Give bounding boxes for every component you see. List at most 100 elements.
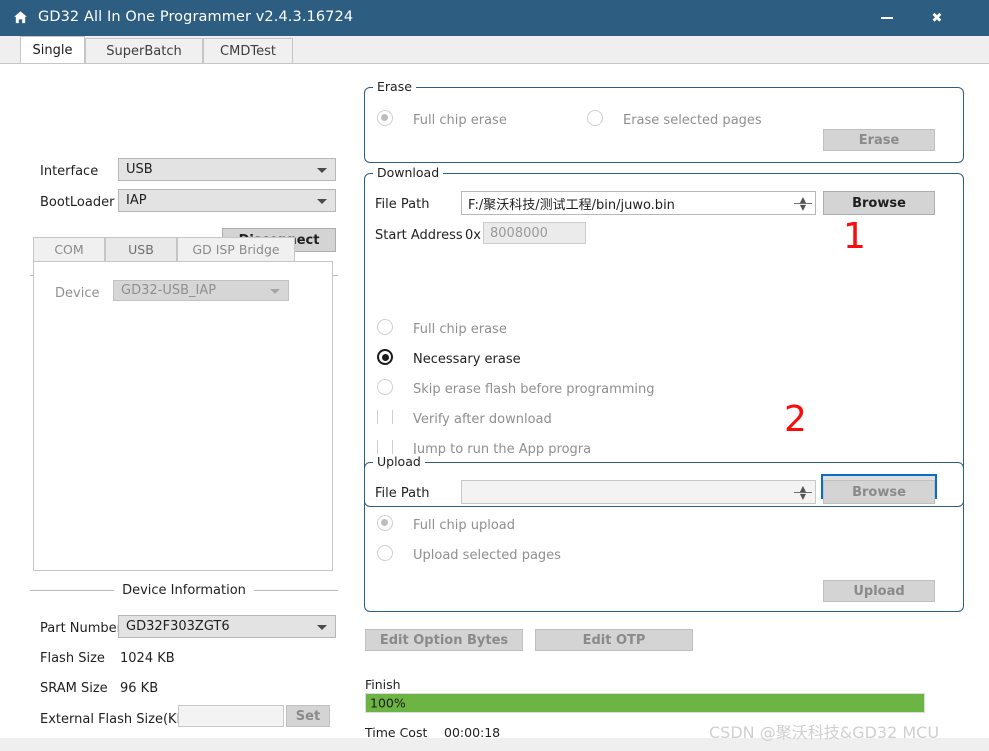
download-skip-erase-radio[interactable] — [377, 379, 393, 395]
start-address-prefix: 0x — [465, 228, 481, 243]
tab-cmdtest-label: CMDTest — [220, 44, 276, 59]
config-tab-com-label: COM — [54, 242, 84, 257]
download-group-title: Download — [373, 165, 444, 180]
start-address-label: Start Address — [375, 228, 463, 243]
interface-label: Interface — [40, 164, 99, 179]
download-file-path-value: F:/聚沃科技/测试工程/bin/juwo.bin — [468, 197, 675, 213]
upload-button[interactable]: Upload — [823, 580, 935, 602]
upload-group-title: Upload — [373, 454, 425, 469]
upload-full-chip-radio[interactable] — [377, 515, 393, 531]
start-address-input[interactable]: 8008000 — [483, 222, 586, 244]
annotation-step-one: 1 — [843, 216, 866, 257]
upload-button-label: Upload — [853, 583, 905, 599]
bootloader-value: IAP — [126, 193, 147, 208]
single-tab-content: Interface USB BootLoader IAP Disconnect … — [0, 63, 989, 742]
download-full-chip-erase-label: Full chip erase — [413, 322, 507, 337]
sram-size-label: SRAM Size — [40, 681, 108, 696]
config-tab-usb-label: USB — [128, 242, 154, 257]
upload-selected-pages-label: Upload selected pages — [413, 548, 561, 563]
start-address-value: 8008000 — [490, 225, 548, 241]
download-group: Download File Path F:/聚沃科技/测试工程/bin/juwo… — [364, 165, 964, 507]
download-file-path-input[interactable]: F:/聚沃科技/测试工程/bin/juwo.bin ▲ ▼ — [461, 191, 816, 215]
status-label: Finish — [365, 677, 401, 692]
tab-cmdtest[interactable]: CMDTest — [203, 38, 293, 64]
upload-browse-label: Browse — [852, 484, 906, 500]
annotation-step-two: 2 — [784, 399, 807, 440]
device-value: GD32-USB_IAP — [121, 283, 217, 298]
external-flash-size-input[interactable] — [178, 705, 284, 727]
separator-line-right — [253, 589, 338, 591]
upload-selected-pages-radio[interactable] — [377, 545, 393, 561]
edit-otp-label: Edit OTP — [582, 632, 646, 648]
config-tab-gd-isp-bridge[interactable]: GD ISP Bridge — [177, 237, 295, 261]
minimize-button[interactable] — [866, 0, 908, 36]
device-combobox[interactable]: GD32-USB_IAP — [113, 280, 289, 301]
close-button[interactable]: ✖ — [916, 0, 958, 36]
part-number-label: Part Number — [40, 621, 123, 636]
device-information-caption: Device Information — [122, 582, 246, 598]
edit-otp-button[interactable]: Edit OTP — [535, 629, 693, 651]
device-label: Device — [55, 286, 100, 301]
download-jump-label: Jump to run the App progra — [413, 442, 592, 457]
spinner-down-icon: ▼ — [799, 202, 807, 212]
part-number-combobox[interactable]: GD32F303ZGT6 — [118, 615, 336, 638]
tab-superbatch[interactable]: SuperBatch — [85, 38, 203, 64]
upload-browse-button[interactable]: Browse — [823, 480, 935, 504]
set-button[interactable]: Set — [286, 705, 330, 727]
erase-full-chip-label: Full chip erase — [413, 113, 507, 128]
application-window: GD32 All In One Programmer v2.4.3.16724 … — [0, 0, 989, 751]
separator-line-left — [30, 589, 115, 591]
download-browse-label: Browse — [852, 195, 906, 211]
spinner-down-icon: ▼ — [799, 491, 807, 501]
tab-single-label: Single — [32, 43, 73, 58]
window-title: GD32 All In One Programmer v2.4.3.16724 — [38, 9, 354, 25]
tab-superbatch-label: SuperBatch — [106, 44, 182, 59]
erase-group-title: Erase — [373, 79, 416, 94]
config-tab-gd-isp-bridge-label: GD ISP Bridge — [192, 242, 280, 257]
time-cost-value: 00:00:18 — [444, 725, 501, 740]
progress-bar-fill — [366, 694, 924, 712]
erase-selected-pages-radio[interactable] — [587, 110, 603, 126]
tab-single[interactable]: Single — [20, 36, 85, 64]
checkbox-left-edge — [377, 440, 378, 454]
erase-group: Erase Full chip erase Erase selected pag… — [364, 79, 964, 163]
file-path-spinner[interactable]: ▲ ▼ — [792, 193, 814, 213]
download-necessary-erase-label: Necessary erase — [413, 352, 521, 367]
erase-full-chip-radio[interactable] — [377, 110, 393, 126]
flash-size-value: 1024 KB — [120, 651, 175, 666]
chevron-down-icon — [317, 198, 327, 204]
interface-combobox[interactable]: USB — [118, 158, 336, 181]
progress-bar: 100% — [365, 693, 925, 713]
checkbox-left-edge — [377, 410, 378, 424]
bootloader-label: BootLoader — [40, 195, 115, 210]
flash-size-label: Flash Size — [40, 651, 105, 666]
spinner-up-icon: ▲ — [799, 483, 807, 493]
watermark-text: CSDN @聚沃科技&GD32 MCU — [709, 723, 940, 742]
progress-bar-text: 100% — [370, 695, 406, 711]
sram-size-value: 96 KB — [120, 681, 159, 696]
file-path-spinner[interactable]: ▲ ▼ — [792, 482, 814, 502]
upload-full-chip-label: Full chip upload — [413, 518, 516, 533]
checkbox-right-edge — [392, 410, 393, 424]
home-icon — [12, 10, 28, 26]
chevron-down-icon — [317, 167, 327, 173]
upload-file-path-label: File Path — [375, 486, 430, 501]
upload-file-path-input[interactable]: ▲ ▼ — [461, 480, 816, 504]
config-tab-com[interactable]: COM — [33, 237, 105, 261]
erase-button[interactable]: Erase — [823, 129, 935, 151]
download-file-path-label: File Path — [375, 197, 430, 212]
download-browse-button[interactable]: Browse — [823, 191, 935, 215]
download-full-chip-erase-radio[interactable] — [377, 319, 393, 335]
device-information-separator: Device Information — [30, 582, 338, 598]
time-cost-label: Time Cost — [365, 725, 428, 740]
download-jump-checkbox[interactable] — [377, 439, 393, 455]
config-tab-usb[interactable]: USB — [105, 237, 177, 261]
main-tab-bar: Single SuperBatch CMDTest — [0, 36, 989, 64]
download-skip-erase-label: Skip erase flash before programming — [413, 382, 655, 397]
set-label: Set — [295, 708, 321, 724]
edit-option-bytes-button[interactable]: Edit Option Bytes — [365, 629, 523, 651]
download-necessary-erase-radio[interactable] — [377, 349, 393, 365]
download-verify-checkbox[interactable] — [377, 409, 393, 425]
bootloader-combobox[interactable]: IAP — [118, 189, 336, 212]
edit-option-bytes-label: Edit Option Bytes — [379, 632, 509, 648]
